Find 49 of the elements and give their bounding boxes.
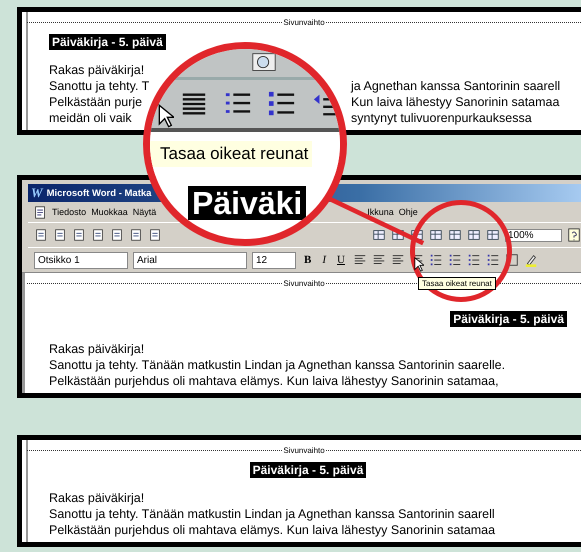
word-logo-icon: W <box>31 185 43 201</box>
menu-item[interactable]: Ikkuna <box>367 207 394 217</box>
zoom-field[interactable]: 100% <box>505 228 562 242</box>
list-icon[interactable] <box>466 253 481 267</box>
list-icon[interactable] <box>428 253 443 267</box>
heading-text: Päiväkirja - 5. päivä <box>49 34 166 50</box>
heading-text: Päiväkirja - 5. päivä <box>250 462 366 478</box>
format-button[interactable]: U <box>334 254 348 266</box>
help-icon[interactable] <box>567 228 581 242</box>
format-button[interactable]: B <box>301 254 314 266</box>
align-lines-icon[interactable] <box>390 253 405 267</box>
body-text: Pelkästään purjehdus oli mahtava elämys. Kun laiva lähestyy Sanorinin satamaa, <box>49 373 499 389</box>
highlighter-icon[interactable] <box>524 253 538 267</box>
list-icon[interactable] <box>486 253 500 267</box>
page-break-label: Sivunvaihto <box>283 278 325 288</box>
body-text: Kun laiva lähestyy Sanorinin satamaa <box>351 94 560 110</box>
body-text: Sanottu ja tehty. T <box>49 78 150 94</box>
body-text: Sanottu ja tehty. Tänään matkustin Lindan ja Agnethan kanssa Santorinin saarell <box>49 506 495 522</box>
font-dropdown[interactable]: Arial <box>133 252 247 268</box>
format-button[interactable]: I <box>319 254 330 266</box>
new-document-icon[interactable] <box>34 228 48 242</box>
body-text: Pelkästään purje <box>49 94 144 110</box>
page-break-label: Sivunvaihto <box>283 446 325 454</box>
menu-item[interactable]: Tiedosto <box>52 207 86 217</box>
body-text: syntynyt tulivuorenpurkauksessa <box>351 110 532 126</box>
cursor-icon <box>158 104 174 128</box>
body-text: Pelkästään purjehdus oli mahtava elämys. Kun laiva lähestyy Sanorinin satamaa <box>49 522 496 538</box>
menu-item[interactable]: Muokkaa <box>91 207 128 217</box>
window-title: Microsoft Word - Matka <box>46 188 152 198</box>
tooltip: Tasaa oikeat reunat <box>150 141 312 167</box>
heading-text: Päiväki <box>188 186 306 220</box>
bullet-list-icon <box>268 90 296 118</box>
font-size-dropdown[interactable]: 12 <box>252 252 296 268</box>
align-lines-icon[interactable] <box>372 253 386 267</box>
heading-text: Päiväkirja - 5. päivä <box>450 311 567 327</box>
body-text: Rakas päiväkirja! <box>49 341 144 357</box>
body-text: meidän oli vaik <box>49 110 133 126</box>
menu-item[interactable]: Ohje <box>398 207 418 217</box>
menu-item[interactable]: Näytä <box>132 207 156 217</box>
page-break-label: Sivunvaihto <box>283 18 325 26</box>
tooltip: Tasaa oikeat reunat <box>418 277 496 290</box>
style-dropdown[interactable]: Otsikko 1 <box>34 252 128 268</box>
body-text: Rakas päiväkirja! <box>49 490 144 506</box>
document-icon <box>34 206 47 218</box>
align-lines-icon[interactable] <box>352 253 367 267</box>
body-text: Sanottu ja tehty. Tänään matkustin Lindan ja Agnethan kanssa Santorinin saarelle. <box>49 357 506 373</box>
body-text: Rakas päiväkirja! <box>49 62 144 78</box>
body-text: ja Agnethan kanssa Santorinin saarell <box>351 78 560 94</box>
list-icon[interactable] <box>448 253 462 267</box>
